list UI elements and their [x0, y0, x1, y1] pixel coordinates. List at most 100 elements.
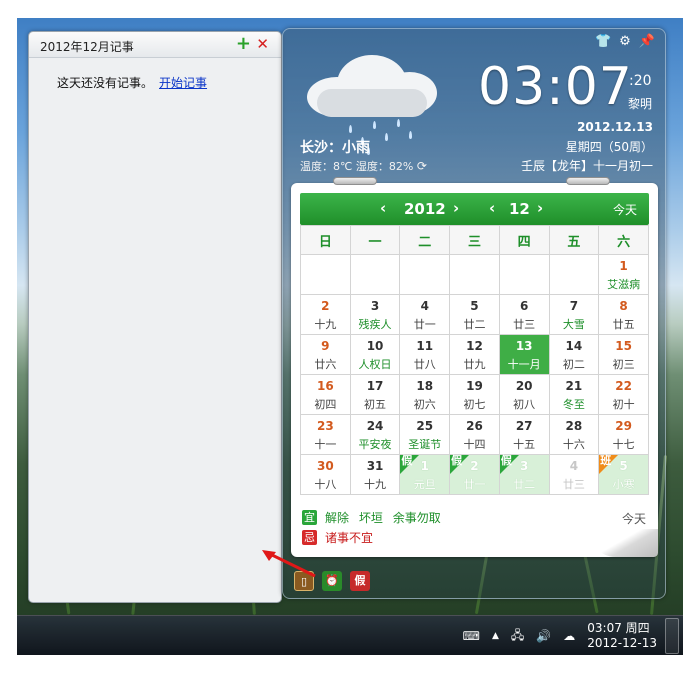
holiday-tag-label: 假: [500, 454, 512, 467]
lunar-day: 初十: [612, 398, 635, 411]
day-cell[interactable]: 班 5 小寒: [598, 454, 649, 495]
day-number: 22: [615, 379, 632, 393]
day-number: 9: [321, 339, 330, 353]
day-number: 30: [317, 459, 334, 473]
lunar-day: 廿六: [314, 358, 337, 371]
add-note-button[interactable]: +: [236, 33, 251, 54]
yi-item: 坏垣: [358, 511, 383, 525]
day-cell[interactable]: 23 十一: [300, 414, 351, 455]
day-cell[interactable]: 13 十一月: [498, 334, 550, 375]
year-label[interactable]: 2012: [404, 200, 446, 218]
day-cell[interactable]: 9 廿六: [300, 334, 351, 375]
lunar-day: 平安夜: [358, 438, 392, 451]
weekday-header: 五: [548, 225, 600, 255]
day-cell[interactable]: 11 廿八: [399, 334, 451, 375]
gear-icon[interactable]: ⚙: [619, 34, 631, 49]
lunar-day: 十七: [612, 438, 635, 451]
month-label[interactable]: 12: [509, 200, 530, 218]
today-button[interactable]: 今天: [613, 201, 637, 218]
day-cell[interactable]: 8 廿五: [598, 294, 649, 335]
day-number: 16: [317, 379, 334, 393]
next-month-button[interactable]: ›: [537, 199, 543, 217]
week-row: 30 十八 31 十九假 1 元旦假 2 廿一假 3 廿二 4 廿三班 5 小寒: [300, 454, 649, 495]
day-number: 24: [366, 419, 384, 433]
keyboard-icon[interactable]: ⌨: [463, 629, 480, 643]
page-curl[interactable]: [588, 529, 658, 557]
day-cell[interactable]: 14 初二: [548, 334, 600, 375]
day-cell[interactable]: 4 廿一: [399, 294, 451, 335]
day-cell[interactable]: 28 十六: [548, 414, 600, 455]
day-cell[interactable]: 26 十四: [449, 414, 500, 455]
day-cell[interactable]: 3 残疾人: [349, 294, 401, 335]
yi-items: 解除 坏垣 余事勿取: [325, 509, 447, 526]
day-cell[interactable]: 25 圣诞节: [399, 414, 451, 455]
day-number: 3: [370, 299, 380, 313]
prev-year-button[interactable]: ‹: [380, 199, 386, 217]
lunar-day: 初八: [513, 398, 536, 411]
day-number: 21: [565, 379, 583, 393]
show-desktop-button[interactable]: [665, 618, 679, 654]
volume-icon[interactable]: 🔊: [536, 629, 551, 643]
lunar-day: 廿三: [513, 318, 536, 331]
weekday-header-row: 日一二三四五六: [300, 225, 649, 255]
day-cell[interactable]: 16 初四: [300, 374, 351, 415]
lunar-day: 廿一: [413, 318, 436, 331]
day-cell[interactable]: 7 大雪: [548, 294, 600, 335]
refresh-icon[interactable]: ⟳: [417, 159, 427, 173]
week-row: 16 初四 17 初五 18 初六 19 初七 20 初八 21 冬至 22 初十: [300, 374, 649, 415]
weather-icon[interactable]: ☁: [563, 629, 575, 643]
tray-clock[interactable]: 03:07 周四 2012-12-13: [587, 621, 657, 651]
day-cell[interactable]: 1 艾滋病: [598, 254, 649, 295]
day-cell[interactable]: 12 廿九: [449, 334, 500, 375]
day-cell[interactable]: 22 初十: [598, 374, 649, 415]
day-cell[interactable]: 假 1 元旦: [399, 454, 451, 495]
lunar-day: 初二: [562, 358, 585, 371]
close-icon[interactable]: ✕: [256, 35, 269, 53]
clock-time: 03:07: [478, 57, 633, 117]
day-cell[interactable]: 21 冬至: [548, 374, 600, 415]
shirt-icon[interactable]: 👕: [595, 34, 611, 49]
alarm-tool-icon[interactable]: ⏰: [322, 571, 342, 591]
clock-seconds: :20: [629, 73, 652, 89]
day-cell[interactable]: 假 2 廿一: [449, 454, 500, 495]
day-number: 14: [565, 339, 583, 353]
desktop: 2012年12月记事 + ✕ 这天还没有记事。 开始记事 👕 ⚙ 📌 03:07…: [17, 18, 683, 655]
day-cell[interactable]: 假 3 廿二: [498, 454, 550, 495]
system-tray: ⌨ ▲ 🖧 🔊 ☁ 03:07 周四 2012-12-13: [463, 616, 657, 655]
show-hidden-icon[interactable]: ▲: [492, 631, 499, 641]
day-cell[interactable]: 24 平安夜: [349, 414, 401, 455]
notes-empty-text: 这天还没有记事。: [57, 76, 154, 90]
weather-detail: 温度：8℃ 湿度：82%: [300, 160, 414, 173]
ji-text: 诸事不宜: [325, 531, 374, 545]
day-cell[interactable]: 18 初六: [399, 374, 451, 415]
day-cell: [300, 254, 351, 295]
holiday-tool-icon[interactable]: 假: [350, 571, 370, 591]
day-cell[interactable]: 27 十五: [498, 414, 550, 455]
next-year-button[interactable]: ›: [453, 199, 459, 217]
day-cell[interactable]: 31 十九: [349, 454, 401, 495]
weekday-text: 星期四（50周）: [565, 140, 653, 154]
day-number: 12: [466, 339, 483, 353]
start-note-link[interactable]: 开始记事: [159, 76, 207, 90]
day-cell[interactable]: 15 初三: [598, 334, 649, 375]
lunar-day: 十九: [314, 318, 337, 331]
day-cell[interactable]: 17 初五: [349, 374, 401, 415]
network-icon[interactable]: 🖧: [511, 626, 524, 647]
day-cell[interactable]: 2 十九: [300, 294, 351, 335]
day-cell[interactable]: 30 十八: [300, 454, 351, 495]
day-cell[interactable]: 19 初七: [449, 374, 500, 415]
notes-window: 2012年12月记事 + ✕ 这天还没有记事。 开始记事: [28, 31, 282, 603]
footer-today-button[interactable]: 今天: [622, 510, 646, 527]
day-cell[interactable]: 5 廿二: [449, 294, 500, 335]
city-weather[interactable]: 长沙：小雨: [300, 137, 370, 157]
day-cell[interactable]: 20 初八: [498, 374, 550, 415]
day-cell[interactable]: 6 廿三: [498, 294, 550, 335]
yi-badge: 宜: [302, 510, 317, 525]
day-cell[interactable]: 10 人权日: [349, 334, 401, 375]
pin-icon[interactable]: 📌: [639, 34, 655, 49]
lunar-day: 初四: [314, 398, 337, 411]
day-cell[interactable]: 29 十七: [598, 414, 649, 455]
prev-month-button[interactable]: ‹: [489, 199, 495, 217]
day-cell[interactable]: 4 廿三: [548, 454, 600, 495]
tray-time: 03:07 周四: [587, 621, 650, 635]
